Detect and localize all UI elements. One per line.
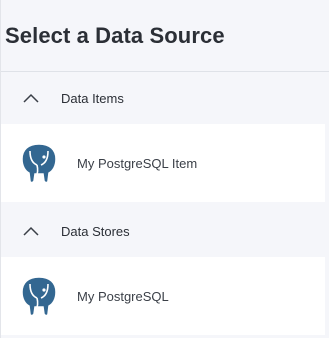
chevron-up-icon[interactable] — [1, 205, 61, 257]
data-stores-group: Data Stores My PostgreSQL — [1, 205, 329, 335]
data-items-group-label: Data Items — [61, 90, 124, 106]
postgresql-elephant-icon — [1, 257, 77, 335]
data-stores-group-label: Data Stores — [61, 223, 130, 239]
data-source-item-my-postgresql-item[interactable]: My PostgreSQL Item — [1, 124, 325, 202]
data-source-item-my-postgresql[interactable]: My PostgreSQL — [1, 257, 325, 335]
panel-header: Select a Data Source — [1, 0, 329, 72]
data-items-group: Data Items My PostgreSQL Item — [1, 72, 329, 202]
data-source-item-label: My PostgreSQL Item — [77, 155, 198, 171]
panel-title: Select a Data Source — [5, 22, 225, 48]
select-data-source-panel: Select a Data Source Data Items My Postg… — [0, 0, 329, 338]
data-source-item-label: My PostgreSQL — [77, 288, 169, 304]
data-stores-group-toggle[interactable]: Data Stores — [1, 205, 329, 257]
data-items-group-toggle[interactable]: Data Items — [1, 72, 329, 124]
postgresql-elephant-icon — [1, 124, 77, 202]
chevron-up-icon[interactable] — [1, 72, 61, 124]
